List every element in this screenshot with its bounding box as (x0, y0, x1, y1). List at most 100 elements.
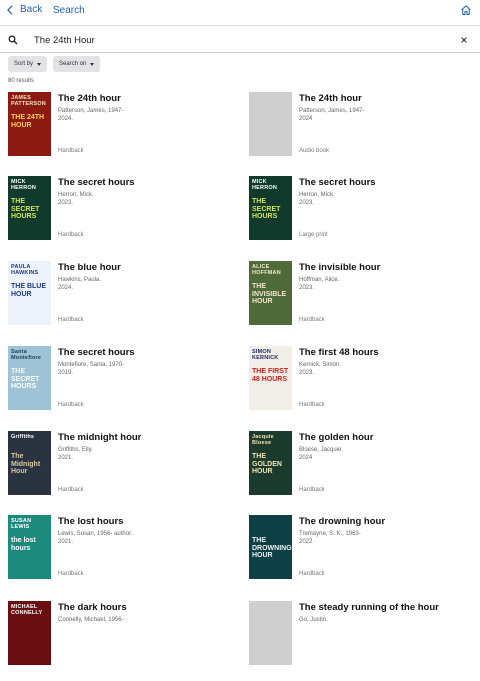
result-title[interactable]: The drowning hour (299, 516, 385, 527)
result-author: Lewis, Susan, 1956- author. 2021. (58, 530, 168, 546)
result-card[interactable]: Griffiths The Midnight Hour The midnight h… (8, 431, 238, 511)
result-author: Herron, Mick. 2023. (299, 191, 409, 207)
result-card[interactable]: Santa Montefiore THE SECRET HOURS The secr… (8, 346, 238, 426)
author-name: Patterson, James, 1947- (299, 108, 365, 114)
result-card[interactable]: THE DROWNING HOUR The drowning hour Tremay… (249, 515, 479, 595)
result-format: Large print (299, 232, 328, 238)
cover-author-text: MICK HERRON (252, 179, 278, 191)
result-card[interactable]: MICHAEL CONNELLY The dark hours Connelly, … (8, 601, 238, 681)
author-name: Griffiths, Elly. (58, 447, 93, 453)
cover-title-text: THE SECRET HOURS (11, 368, 40, 390)
result-format: Hardback (58, 571, 84, 577)
result-card[interactable]: The 24th hour Patterson, James, 1947- 2024… (249, 92, 479, 172)
publication-year: 2024. (58, 116, 74, 122)
search-icon (8, 35, 18, 45)
result-card[interactable]: Jacquie Bloese THE GOLDEN HOUR The golden … (249, 431, 479, 511)
result-title[interactable]: The steady running of the hour (299, 602, 439, 613)
result-title[interactable]: The blue hour (58, 262, 121, 273)
home-icon[interactable] (460, 4, 472, 16)
back-button[interactable]: Back (6, 4, 42, 15)
result-author: Bloese, Jacquie. 2024 (299, 446, 409, 462)
book-cover-image[interactable]: MICHAEL CONNELLY (8, 601, 51, 665)
author-name: Hawkins, Paula. (58, 277, 102, 283)
result-card[interactable]: SIMON KERNICK THE FIRST 48 HOURS The first… (249, 346, 479, 426)
cover-author-text: Griffiths (11, 434, 35, 440)
author-name: Kernick, Simon. (299, 362, 342, 368)
result-author: Herron, Mick. 2023. (58, 191, 168, 207)
chevron-left-icon (7, 4, 13, 15)
search-on-dropdown[interactable]: Search on (53, 56, 101, 72)
cover-title-text: THE GOLDEN HOUR (252, 453, 282, 475)
result-author: Hawkins, Paula. 2024. (58, 276, 168, 292)
result-title[interactable]: The secret hours (58, 347, 135, 358)
book-cover-image[interactable]: THE DROWNING HOUR (249, 515, 292, 579)
cover-author-text: Santa Montefiore (11, 349, 42, 361)
author-name: Patterson, James, 1947- (58, 108, 124, 114)
cover-author-text: MICK HERRON (11, 179, 37, 191)
cover-placeholder[interactable] (249, 92, 292, 156)
sort-by-dropdown[interactable]: Sort by (8, 56, 48, 72)
result-format: Hardback (299, 402, 325, 408)
result-title[interactable]: The secret hours (58, 177, 135, 188)
result-format: Hardback (58, 487, 84, 493)
book-cover-image[interactable]: MICK HERRON THE SECRET HOURS (249, 176, 292, 240)
publication-year: 2024 (299, 455, 313, 461)
cover-title-text: THE DROWNING HOUR (252, 537, 292, 559)
result-card[interactable]: MICK HERRON THE SECRET HOURS The secret ho… (8, 176, 238, 256)
result-card[interactable]: PAULA HAWKINS THE BLUE HOUR The blue hour H… (8, 261, 238, 341)
publication-year: 2023. (58, 200, 74, 206)
result-card[interactable]: SUSAN LEWIS the lost hours The lost hours L… (8, 515, 238, 595)
cover-placeholder[interactable] (249, 601, 292, 665)
publication-year: 2023. (299, 370, 315, 376)
result-title[interactable]: The lost hours (58, 516, 123, 527)
book-cover-image[interactable]: MICK HERRON THE SECRET HOURS (8, 176, 51, 240)
result-title[interactable]: The dark hours (58, 602, 127, 613)
caret-down-icon (90, 62, 95, 66)
cover-title-text: the lost hours (11, 537, 36, 552)
publication-year: 2022 (299, 539, 313, 545)
cover-title-text: THE FIRST 48 HOURS (252, 368, 289, 383)
cover-author-text: SUSAN LEWIS (11, 518, 32, 530)
result-title[interactable]: The first 48 hours (299, 347, 379, 358)
publication-year: 2021. (58, 455, 74, 461)
result-author: Hoffman, Alice. 2023. (299, 276, 409, 292)
cover-title-text: THE INVISIBLE HOUR (252, 283, 287, 305)
result-format: Hardback (299, 487, 325, 493)
result-title[interactable]: The invisible hour (299, 262, 380, 273)
book-cover-image[interactable]: JAMES PATTERSON THE 24TH HOUR (8, 92, 51, 156)
result-card[interactable]: JAMES PATTERSON THE 24TH HOUR The 24th hou… (8, 92, 238, 172)
cover-title-text: THE SECRET HOURS (11, 198, 40, 220)
book-cover-image[interactable]: Griffiths The Midnight Hour (8, 431, 51, 495)
author-name: Montefiore, Santa, 1970- (58, 362, 125, 368)
book-cover-image[interactable]: SIMON KERNICK THE FIRST 48 HOURS (249, 346, 292, 410)
result-card[interactable]: The steady running of the hour Go, Justin… (249, 601, 479, 681)
book-cover-image[interactable]: ALICE HOFFMAN THE INVISIBLE HOUR (249, 261, 292, 325)
publication-year: 2019. (58, 370, 74, 376)
book-cover-image[interactable]: PAULA HAWKINS THE BLUE HOUR (8, 261, 51, 325)
book-cover-image[interactable]: Jacquie Bloese THE GOLDEN HOUR (249, 431, 292, 495)
result-title[interactable]: The secret hours (299, 177, 376, 188)
clear-icon[interactable] (459, 35, 469, 45)
result-author: Tremayne, S. K., 1963- 2022 (299, 530, 409, 546)
result-card[interactable]: ALICE HOFFMAN THE INVISIBLE HOUR The invis… (249, 261, 479, 341)
result-card[interactable]: MICK HERRON THE SECRET HOURS The secret ho… (249, 176, 479, 256)
cover-author-text: ALICE HOFFMAN (252, 264, 281, 276)
cover-title-text: The Midnight Hour (11, 453, 41, 475)
result-title[interactable]: The midnight hour (58, 432, 141, 443)
author-name: Hoffman, Alice. (299, 277, 340, 283)
book-cover-image[interactable]: SUSAN LEWIS the lost hours (8, 515, 51, 579)
result-title[interactable]: The 24th hour (58, 93, 121, 104)
result-format: Hardback (58, 317, 84, 323)
search-input[interactable] (34, 32, 434, 49)
result-format: Hardback (58, 232, 84, 238)
author-name: Herron, Mick. (58, 192, 94, 198)
result-author: Montefiore, Santa, 1970- 2019. (58, 361, 168, 377)
search-on-label: Search on (59, 61, 87, 67)
author-name: Tremayne, S. K., 1963- (299, 531, 361, 537)
result-title[interactable]: The 24th hour (299, 93, 362, 104)
sort-by-label: Sort by (14, 61, 34, 67)
back-label: Back (20, 4, 43, 15)
publication-year: 2021. (58, 539, 74, 545)
book-cover-image[interactable]: Santa Montefiore THE SECRET HOURS (8, 346, 51, 410)
result-title[interactable]: The golden hour (299, 432, 373, 443)
